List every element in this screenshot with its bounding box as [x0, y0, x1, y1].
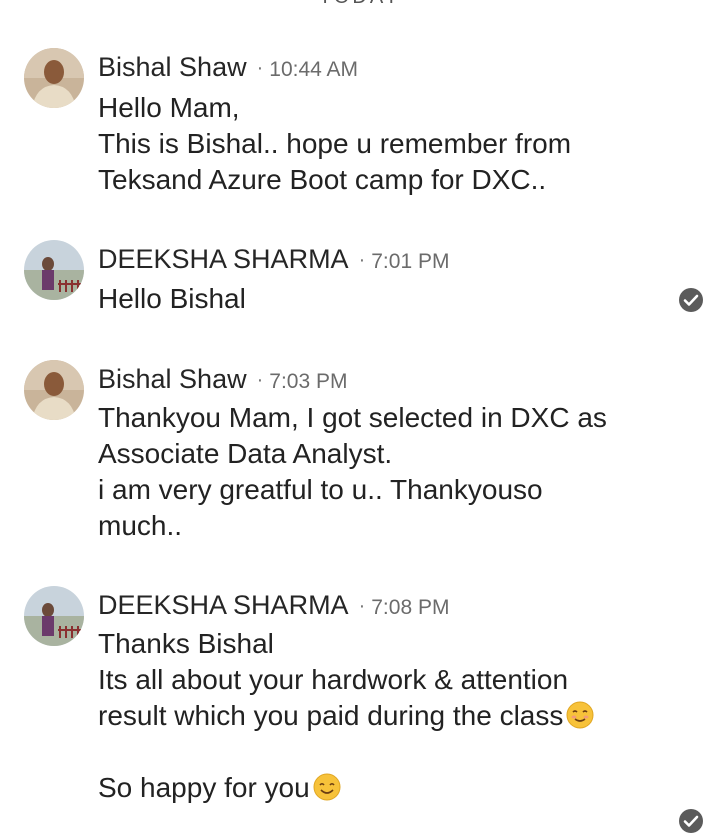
avatar-deeksha[interactable]	[24, 240, 84, 300]
message-time: 10:44 AM	[269, 58, 358, 81]
message-line: Teksand Azure Boot camp for DXC..	[98, 164, 547, 195]
smiling-face-with-closed-eyes-emoji	[566, 701, 594, 729]
message-body: Thanks Bishal Its all about your hardwor…	[98, 626, 678, 806]
check-circle-icon	[679, 288, 703, 312]
message-line	[98, 734, 678, 770]
message-body: Thankyou Mam, I got selected in DXC as A…	[98, 400, 678, 544]
message-time: 7:01 PM	[371, 250, 450, 273]
separator-dot: ·	[358, 249, 366, 271]
message-line: i am very greatful to u.. Thankyouso	[98, 474, 543, 505]
message-line: This is Bishal.. hope u remember from	[98, 128, 572, 159]
check-circle-icon	[679, 809, 703, 833]
message-body: Hello Bishal	[98, 281, 678, 317]
message-line: So happy for you	[98, 770, 678, 806]
sender-name[interactable]: DEEKSHA SHARMA	[98, 590, 349, 620]
message-text: So happy for you	[98, 772, 310, 803]
message-line: Hello Mam,	[98, 92, 240, 123]
sender-name[interactable]: Bishal Shaw	[98, 364, 247, 394]
message-line: Thanks Bishal	[98, 628, 274, 659]
avatar-bishal[interactable]	[24, 360, 84, 420]
message-time: 7:08 PM	[371, 596, 450, 619]
separator-dot: ·	[256, 57, 264, 79]
sender-name[interactable]: Bishal Shaw	[98, 52, 247, 82]
message-line: Hello Bishal	[98, 283, 246, 314]
message-text: result which you paid during the class	[98, 700, 564, 731]
separator-dot: ·	[256, 369, 264, 391]
sender-name[interactable]: DEEKSHA SHARMA	[98, 244, 349, 274]
message-body: Hello Mam, This is Bishal.. hope u remem…	[98, 90, 678, 198]
message-line: Associate Data Analyst.	[98, 438, 393, 469]
message-line: Thankyou Mam, I got selected in DXC as	[98, 402, 607, 433]
avatar-deeksha[interactable]	[24, 586, 84, 646]
smiling-face-emoji	[313, 773, 341, 801]
avatar-bishal[interactable]	[24, 48, 84, 108]
message-line: result which you paid during the class	[98, 698, 678, 734]
day-divider: TODAY	[0, 0, 720, 9]
message-time: 7:03 PM	[269, 370, 348, 393]
separator-dot: ·	[358, 595, 366, 617]
message-line: much..	[98, 510, 183, 541]
message-line: Its all about your hardwork & attention	[98, 664, 569, 695]
